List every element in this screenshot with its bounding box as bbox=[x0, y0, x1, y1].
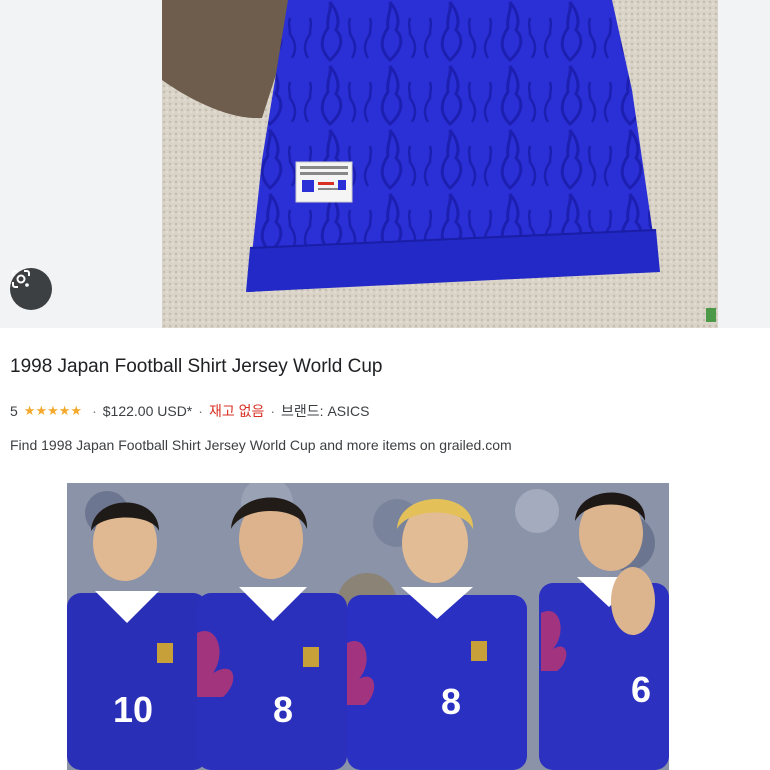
result-description: Find 1998 Japan Football Shirt Jersey Wo… bbox=[10, 437, 512, 453]
team-photo-graphic bbox=[67, 483, 669, 770]
player-number: 8 bbox=[441, 681, 462, 722]
price: $122.00 USD* bbox=[102, 403, 193, 419]
lens-search-button[interactable] bbox=[10, 268, 52, 310]
separator: · bbox=[198, 403, 203, 419]
result-title[interactable]: 1998 Japan Football Shirt Jersey World C… bbox=[10, 356, 382, 378]
result-meta: 5 ★★★★★ · $122.00 USD* · 재고 없음 · 브랜드: AS… bbox=[10, 401, 369, 421]
lens-search-icon bbox=[12, 270, 30, 288]
brand: 브랜드: ASICS bbox=[281, 403, 370, 419]
separator: · bbox=[92, 403, 97, 419]
stock-status: 재고 없음 bbox=[208, 403, 265, 419]
player-number: 6 bbox=[631, 669, 652, 710]
separator: · bbox=[270, 403, 276, 419]
rating-value: 5 bbox=[10, 403, 18, 419]
jersey-photo-graphic bbox=[0, 0, 770, 328]
rating-stars-icon: ★★★★★ bbox=[23, 403, 83, 418]
player-number: 10 bbox=[113, 689, 154, 730]
product-image[interactable] bbox=[0, 0, 770, 328]
player-number: 8 bbox=[273, 689, 294, 730]
team-photo[interactable]: 10 8 8 6 bbox=[67, 483, 669, 770]
